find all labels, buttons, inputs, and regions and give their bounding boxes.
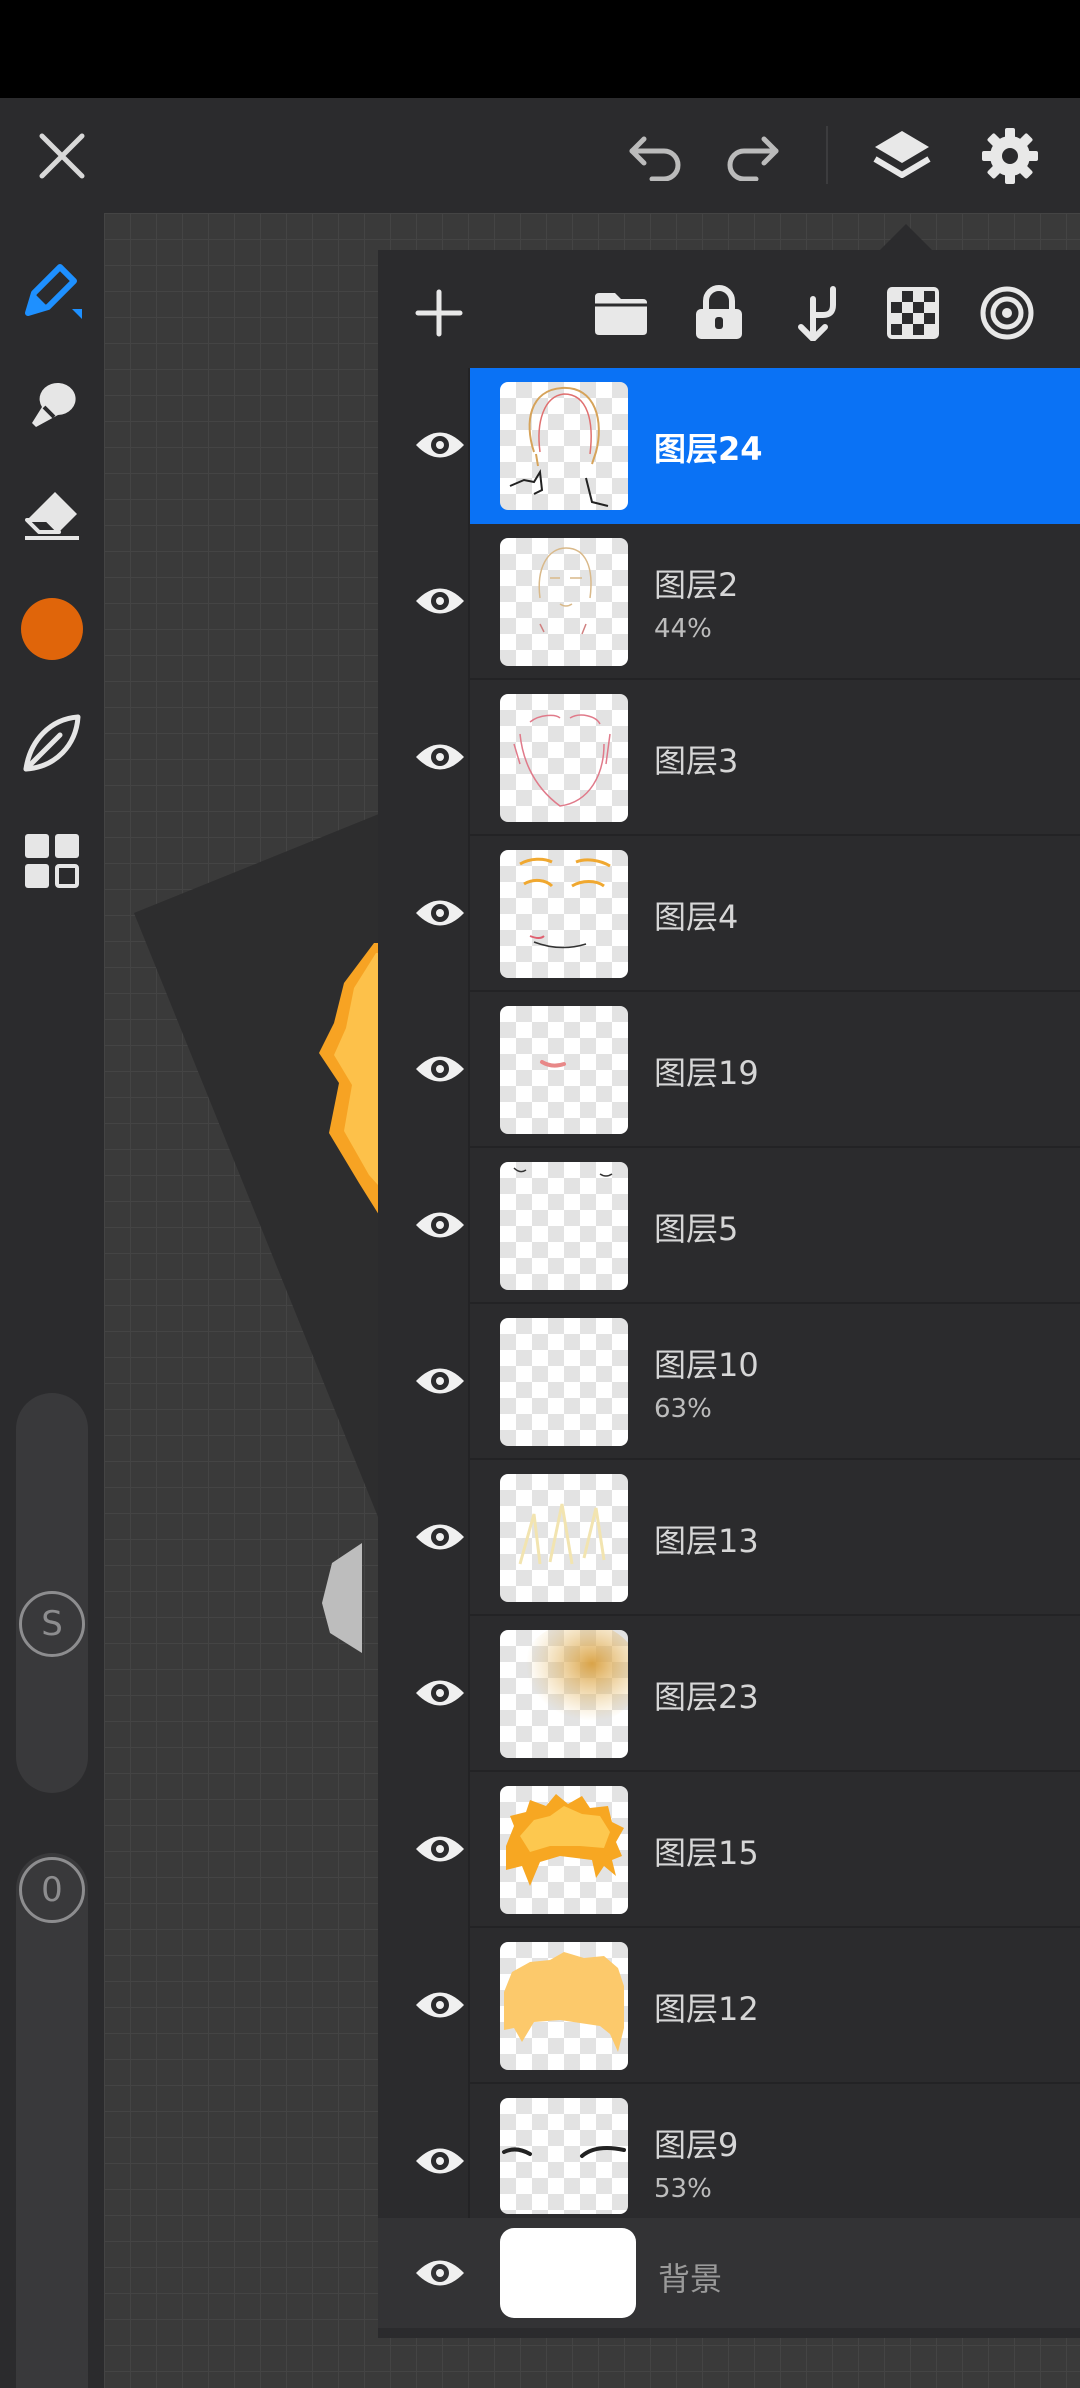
eye-icon[interactable]	[396, 1348, 484, 1414]
top-toolbar	[0, 98, 1080, 213]
eye-icon[interactable]	[396, 412, 484, 478]
layer-name: 图层15	[654, 1834, 759, 1872]
eye-icon[interactable]	[396, 568, 484, 634]
eye-icon[interactable]	[396, 880, 484, 946]
layer-thumbnail	[500, 1318, 628, 1446]
eye-icon[interactable]	[396, 2240, 484, 2306]
layer-name: 图层24	[654, 430, 763, 468]
background-thumbnail	[500, 2228, 636, 2318]
layer-name: 图层23	[654, 1678, 759, 1716]
layer-row[interactable]: 图层12	[378, 1928, 1080, 2084]
brush-size-knob[interactable]: S	[19, 1591, 85, 1657]
layer-thumbnail	[500, 1942, 628, 2070]
layer-row[interactable]: 图层2 44%	[378, 524, 1080, 680]
leaf-icon[interactable]	[16, 707, 88, 779]
toolbar-divider	[826, 126, 828, 184]
eye-icon[interactable]	[396, 1972, 484, 2038]
layer-thumbnail	[500, 1630, 628, 1758]
layer-name: 图层5	[654, 1210, 739, 1248]
smudge-icon[interactable]	[16, 363, 88, 435]
layers-panel: 图层24 图层2 44% 图层3 图层4 图层19 图层5 图层10 63% 图…	[378, 250, 1080, 2338]
grid-icon[interactable]	[16, 825, 88, 897]
lock-icon[interactable]	[686, 280, 752, 346]
eye-icon[interactable]	[396, 1660, 484, 1726]
layer-name: 图层19	[654, 1054, 759, 1092]
layer-row[interactable]: 图层24	[378, 368, 1080, 524]
layer-name: 图层4	[654, 898, 739, 936]
layer-row[interactable]: 图层5	[378, 1148, 1080, 1304]
eye-icon[interactable]	[396, 724, 484, 790]
gear-icon[interactable]	[974, 120, 1046, 192]
layer-name: 背景	[658, 2260, 723, 2298]
layer-opacity: 63%	[654, 1394, 712, 1424]
layer-name: 图层3	[654, 742, 739, 780]
background-layer-row[interactable]: 背景	[378, 2218, 1080, 2328]
layer-name: 图层13	[654, 1522, 759, 1560]
checker-icon[interactable]	[880, 280, 946, 346]
layer-thumbnail	[500, 1474, 628, 1602]
eye-icon[interactable]	[396, 1192, 484, 1258]
layer-row[interactable]: 图层10 63%	[378, 1304, 1080, 1460]
layer-thumbnail	[500, 382, 628, 510]
layer-thumbnail	[500, 1006, 628, 1134]
redo-icon[interactable]	[716, 120, 788, 192]
layer-thumbnail	[500, 694, 628, 822]
eye-icon[interactable]	[396, 1816, 484, 1882]
layer-row[interactable]: 图层13	[378, 1460, 1080, 1616]
pen-icon[interactable]	[16, 253, 88, 325]
add-icon[interactable]	[406, 280, 472, 346]
layer-opacity: 44%	[654, 614, 712, 644]
layer-row[interactable]: 图层19	[378, 992, 1080, 1148]
folder-icon[interactable]	[588, 280, 654, 346]
left-sidebar: S 0	[0, 213, 104, 2388]
layers-icon[interactable]	[866, 120, 938, 192]
eye-icon[interactable]	[396, 1504, 484, 1570]
merge-down-icon[interactable]	[784, 280, 850, 346]
layer-row[interactable]: 图层4	[378, 836, 1080, 992]
layer-thumbnail	[500, 1162, 628, 1290]
layer-thumbnail	[500, 850, 628, 978]
status-bar	[0, 0, 1080, 98]
target-icon[interactable]	[974, 280, 1040, 346]
size-label: S	[41, 1604, 63, 1644]
layer-opacity: 53%	[654, 2174, 712, 2204]
layer-row[interactable]: 图层15	[378, 1772, 1080, 1928]
shoulder-artwork	[322, 1543, 362, 1653]
layer-thumbnail	[500, 2098, 628, 2214]
layer-thumbnail	[500, 1786, 628, 1914]
brush-opacity-slider[interactable]	[16, 1853, 88, 2388]
layer-name: 图层9	[654, 2126, 739, 2164]
eye-icon[interactable]	[396, 1036, 484, 1102]
layer-row[interactable]: 图层9 53%	[378, 2084, 1080, 2240]
layer-name: 图层10	[654, 1346, 759, 1384]
opacity-label: 0	[41, 1870, 63, 1910]
layer-thumbnail	[500, 538, 628, 666]
layer-name: 图层12	[654, 1990, 759, 2028]
eye-icon[interactable]	[396, 2128, 484, 2194]
close-icon[interactable]	[26, 120, 98, 192]
eraser-icon[interactable]	[16, 475, 88, 547]
brush-opacity-knob[interactable]: 0	[19, 1857, 85, 1923]
layer-row[interactable]: 图层3	[378, 680, 1080, 836]
layer-row[interactable]: 图层23	[378, 1616, 1080, 1772]
layer-name: 图层2	[654, 566, 739, 604]
undo-icon[interactable]	[620, 120, 692, 192]
color-swatch[interactable]	[16, 593, 88, 665]
panel-pointer	[880, 224, 932, 250]
